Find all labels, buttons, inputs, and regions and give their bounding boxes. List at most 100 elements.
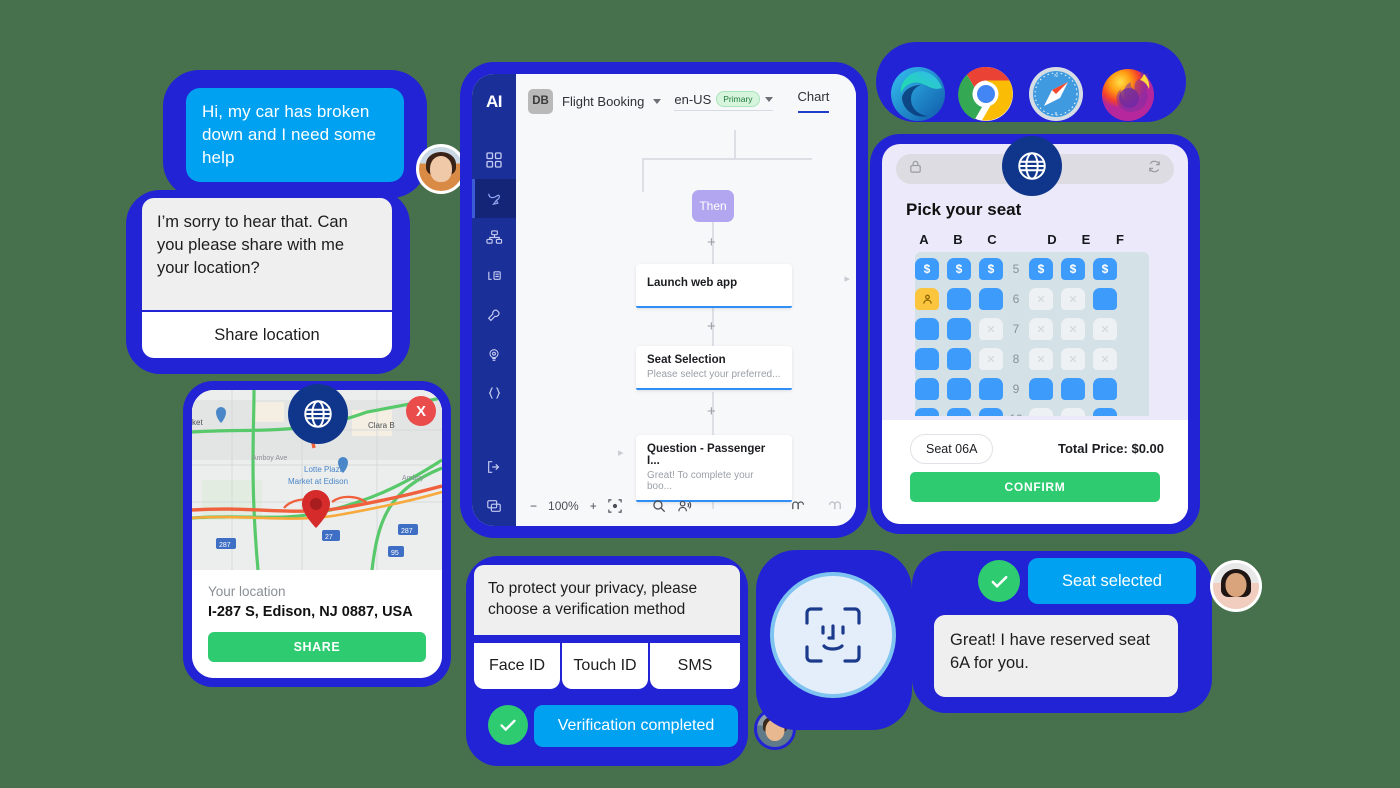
redo-icon[interactable] [826, 500, 842, 513]
seat-5A[interactable]: $ [915, 258, 939, 280]
seat-map[interactable]: $ $ $5 $ $ $6 7 8 9 10 [915, 252, 1149, 416]
seat-8C [979, 348, 1003, 370]
check-icon-seat [978, 560, 1020, 602]
seat-6B[interactable] [947, 288, 971, 310]
seat-9C[interactable] [979, 378, 1003, 400]
verify-option-sms[interactable]: SMS [650, 641, 740, 689]
undo-icon[interactable] [791, 500, 807, 513]
connector [734, 130, 736, 158]
collapse-right-icon[interactable]: ▸ [844, 272, 850, 285]
chrome-icon[interactable] [958, 66, 1014, 122]
node-then[interactable]: Then [692, 190, 734, 222]
seat-row-number: 7 [1012, 322, 1020, 336]
zoom-in-button[interactable]: + [590, 499, 597, 513]
seat-row-5: $ $ $5 $ $ $ [915, 254, 1149, 284]
svg-text:27: 27 [325, 534, 333, 541]
seat-7A[interactable] [915, 318, 939, 340]
safari-icon[interactable]: N S [1028, 66, 1084, 122]
verify-option-face-id[interactable]: Face ID [474, 641, 560, 689]
share-button[interactable]: SHARE [208, 632, 426, 662]
fit-to-screen-icon[interactable] [608, 499, 622, 513]
confirm-button[interactable]: CONFIRM [910, 472, 1160, 502]
zoom-out-button[interactable]: − [530, 499, 537, 513]
seat-column-headers: A B C D E F [912, 232, 1158, 247]
seat-10E [1061, 408, 1085, 416]
seat-5C[interactable]: $ [979, 258, 1003, 280]
sidebar-item-lightbulb[interactable] [472, 335, 516, 374]
db-chip[interactable]: DB [528, 88, 553, 114]
locale-value: en-US [674, 91, 712, 107]
seat-row-number: 8 [1012, 352, 1020, 366]
seat-10C[interactable] [979, 408, 1003, 416]
flow-editor-card: AI DB Flight Booking en-US Primary Chart… [472, 74, 856, 526]
seat-7D [1029, 318, 1053, 340]
seat-9B[interactable] [947, 378, 971, 400]
check-icon-verification [488, 705, 528, 745]
seat-9F[interactable] [1093, 378, 1117, 400]
svg-text:Clara B: Clara B [368, 421, 395, 430]
chevron-down-icon[interactable] [653, 98, 662, 104]
seat-9A[interactable] [915, 378, 939, 400]
add-node-button-3[interactable]: + [707, 404, 716, 419]
node-title: Launch web app [647, 277, 738, 289]
sidebar-item-grid[interactable] [472, 140, 516, 179]
add-node-button[interactable]: + [707, 235, 716, 250]
chevron-down-icon-locale[interactable] [764, 96, 773, 102]
seat-7C [979, 318, 1003, 340]
sidebar-item-code[interactable] [472, 374, 516, 413]
seat-col-B: B [953, 232, 963, 247]
seat-col-C: C [987, 232, 997, 247]
locale-selector[interactable]: en-US Primary [674, 91, 773, 111]
sidebar-item-logout[interactable] [472, 447, 516, 486]
address-value: I-287 S, Edison, NJ 0887, USA [208, 604, 413, 620]
edge-icon[interactable] [890, 66, 946, 122]
add-node-button-2[interactable]: + [707, 319, 716, 334]
face-id-icon[interactable] [770, 572, 896, 698]
node-launch-web-app[interactable]: Launch web app [636, 264, 792, 308]
seat-6F[interactable] [1093, 288, 1117, 310]
project-name[interactable]: Flight Booking [562, 94, 644, 109]
seat-9D[interactable] [1029, 378, 1053, 400]
seat-7B[interactable] [947, 318, 971, 340]
map-footer: Your location I-287 S, Edison, NJ 0887, … [192, 570, 442, 678]
seat-6C[interactable] [979, 288, 1003, 310]
firefox-icon[interactable] [1100, 66, 1156, 122]
seat-10D [1029, 408, 1053, 416]
node-title: Seat Selection [647, 354, 726, 366]
seat-8F [1093, 348, 1117, 370]
seat-10A[interactable] [915, 408, 939, 416]
share-location-button[interactable]: Share location [142, 310, 392, 358]
sidebar-item-wrench[interactable] [472, 296, 516, 335]
voice-icon[interactable] [677, 499, 692, 514]
flow-canvas[interactable]: DB Flight Booking en-US Primary Chart Th… [516, 74, 856, 526]
selected-seat-chip: Seat 06A [910, 434, 994, 464]
seat-5F[interactable]: $ [1093, 258, 1117, 280]
seat-5D[interactable]: $ [1029, 258, 1053, 280]
sidebar-item-hierarchy[interactable] [472, 218, 516, 257]
search-icon[interactable] [652, 499, 666, 513]
seat-row-9: 9 [915, 374, 1149, 404]
seat-col-A: A [919, 232, 929, 247]
collapse-left-icon[interactable]: ▸ [618, 446, 624, 459]
close-icon[interactable]: X [406, 396, 436, 426]
seat-row-6: 6 [915, 284, 1149, 314]
verify-option-touch-id[interactable]: Touch ID [562, 641, 648, 689]
tab-chart[interactable]: Chart [797, 89, 830, 113]
seat-10B[interactable] [947, 408, 971, 416]
seat-row-7: 7 [915, 314, 1149, 344]
sidebar-item-chat[interactable] [472, 486, 516, 525]
seat-9E[interactable] [1061, 378, 1085, 400]
verification-prompt: To protect your privacy, please choose a… [474, 565, 740, 635]
svg-text:287: 287 [401, 528, 413, 535]
globe-icon-seat [1002, 136, 1062, 196]
seat-5E[interactable]: $ [1061, 258, 1085, 280]
sidebar-item-list[interactable] [472, 257, 516, 296]
seat-5B[interactable]: $ [947, 258, 971, 280]
sidebar-item-flow[interactable] [472, 179, 516, 218]
refresh-icon[interactable] [1147, 159, 1162, 179]
seat-8A[interactable] [915, 348, 939, 370]
seat-8B[interactable] [947, 348, 971, 370]
node-seat-selection[interactable]: Seat Selection Please select your prefer… [636, 346, 792, 390]
seat-10F[interactable] [1093, 408, 1117, 416]
seat-6A[interactable] [915, 288, 939, 310]
